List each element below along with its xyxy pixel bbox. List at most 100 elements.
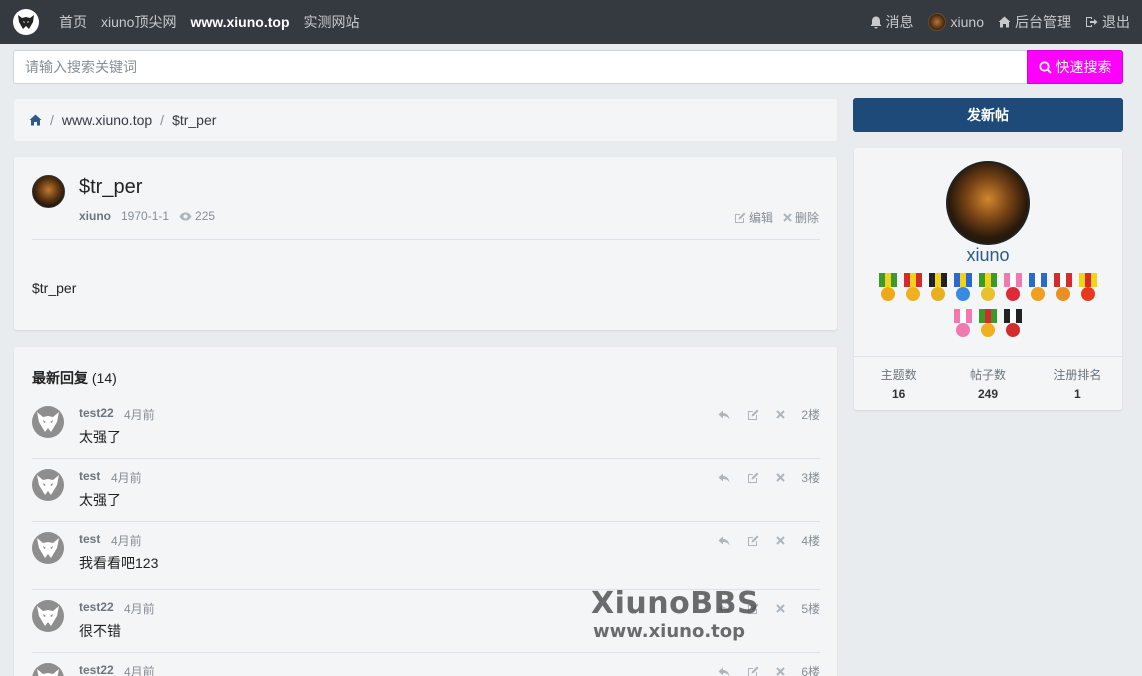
reply-floor[interactable]: 3楼 <box>801 469 820 486</box>
medal-icon[interactable] <box>1052 273 1074 307</box>
close-icon <box>783 213 792 222</box>
new-thread-button[interactable]: 发新帖 <box>853 98 1123 132</box>
stat-label: 注册排名 <box>1053 368 1102 382</box>
edit-icon <box>734 212 746 223</box>
profile-stats: 主题数 16 帖子数 249 注册排名 1 <box>854 366 1122 401</box>
nav-link-test-site[interactable]: 实测网站 <box>304 12 360 32</box>
list-item: test 4月前 太强了 3楼 <box>32 465 820 522</box>
avatar[interactable] <box>32 469 64 501</box>
reply-user[interactable]: test22 <box>79 663 114 676</box>
post-card: $tr_per xiuno 1970-1-1 225 编辑 删除 $tr_per <box>14 157 837 330</box>
replies-count: (14) <box>91 370 117 386</box>
medal-icon[interactable] <box>902 273 924 307</box>
reply-actions: 6楼 <box>701 663 820 676</box>
post-author[interactable]: xiuno <box>79 209 111 223</box>
stat-threads: 主题数 16 <box>854 366 943 401</box>
reply-time: 4月前 <box>111 534 142 548</box>
nav-messages[interactable]: 消息 <box>870 12 914 32</box>
medal-icon[interactable] <box>977 273 999 307</box>
search-icon <box>1038 60 1052 74</box>
medal-icon[interactable] <box>1077 273 1099 307</box>
reply-floor[interactable]: 6楼 <box>801 663 820 676</box>
reply-text: 太强了 <box>79 492 121 508</box>
reply-floor[interactable]: 4楼 <box>801 532 820 549</box>
avatar[interactable] <box>32 532 64 564</box>
medal-icon[interactable] <box>952 273 974 307</box>
reply-user[interactable]: test22 <box>79 600 114 614</box>
delete-post-button[interactable]: 删除 <box>783 209 819 226</box>
logout-icon <box>1086 17 1098 27</box>
avatar[interactable] <box>32 600 64 632</box>
stat-label: 帖子数 <box>969 368 1006 382</box>
replies-heading: 最新回复 (14) <box>32 368 117 388</box>
breadcrumb-item[interactable]: $tr_per <box>172 112 216 128</box>
search-button-label: 快速搜索 <box>1055 59 1112 75</box>
stat-label: 主题数 <box>880 368 917 382</box>
delete-post-label: 删除 <box>794 211 819 225</box>
close-icon[interactable] <box>776 667 786 676</box>
top-navbar: 首页 xiuno顶尖网 www.xiuno.top 实测网站 消息 xiuno … <box>0 0 1142 44</box>
medal-icon[interactable] <box>1002 273 1024 307</box>
close-icon[interactable] <box>776 473 786 482</box>
medal-icon[interactable] <box>877 273 899 307</box>
edit-icon[interactable] <box>747 666 759 676</box>
breadcrumb-separator: / <box>50 112 54 128</box>
avatar[interactable] <box>32 406 64 438</box>
close-icon[interactable] <box>776 604 786 613</box>
reply-user[interactable]: test <box>79 532 100 546</box>
medal-icon[interactable] <box>927 273 949 307</box>
edit-icon[interactable] <box>747 535 759 546</box>
profile-name[interactable]: xiuno <box>854 245 1122 266</box>
list-item: test22 4月前 6楼 <box>32 659 820 676</box>
watermark-title: XiunoBBS <box>591 586 760 621</box>
reply-floor[interactable]: 5楼 <box>801 600 820 617</box>
breadcrumb-item[interactable]: www.xiuno.top <box>62 112 152 128</box>
avatar[interactable] <box>32 175 65 208</box>
post-body: $tr_per <box>32 280 77 296</box>
bell-icon <box>870 16 882 28</box>
reply-user[interactable]: test22 <box>79 406 114 420</box>
close-icon[interactable] <box>776 536 786 545</box>
search-button[interactable]: 快速搜索 <box>1027 50 1123 84</box>
nav-logout[interactable]: 退出 <box>1085 12 1130 32</box>
edit-icon[interactable] <box>747 409 759 420</box>
reply-time: 4月前 <box>124 408 155 422</box>
edit-post-button[interactable]: 编辑 <box>734 209 773 226</box>
reply-icon[interactable] <box>718 473 730 483</box>
nav-link-xiuno[interactable]: xiuno顶尖网 <box>101 12 176 32</box>
nav-link-xiuno-top[interactable]: www.xiuno.top <box>190 14 289 30</box>
stat-rank: 注册排名 1 <box>1033 366 1122 401</box>
edit-icon[interactable] <box>747 472 759 483</box>
reply-icon[interactable] <box>718 667 730 676</box>
stat-posts: 帖子数 249 <box>943 366 1032 401</box>
watermark-url: www.xiuno.top <box>593 621 746 642</box>
user-default-icon <box>37 538 59 558</box>
nav-admin[interactable]: 后台管理 <box>998 12 1071 32</box>
search-bar: 快速搜索 <box>13 50 1123 84</box>
medal-icon[interactable] <box>977 309 999 343</box>
post-date: 1970-1-1 <box>121 209 170 223</box>
reply-user[interactable]: test <box>79 469 100 483</box>
medal-icon[interactable] <box>1027 273 1049 307</box>
search-input[interactable] <box>13 50 1027 84</box>
home-icon[interactable] <box>29 114 42 126</box>
reply-time: 4月前 <box>124 602 155 616</box>
site-logo-icon[interactable] <box>13 9 39 35</box>
user-default-icon <box>37 475 59 495</box>
close-icon[interactable] <box>776 410 786 419</box>
reply-icon[interactable] <box>718 536 730 546</box>
avatar[interactable] <box>946 161 1030 245</box>
medal-icon[interactable] <box>1002 309 1024 343</box>
medal-icon[interactable] <box>952 309 974 343</box>
profile-card: xiuno 主题数 16 帖子数 249 注册排名 1 <box>854 148 1122 410</box>
reply-actions: 2楼 <box>701 406 820 423</box>
nav-user-label: xiuno <box>950 14 984 30</box>
avatar[interactable] <box>32 663 64 676</box>
nav-logout-label: 退出 <box>1102 14 1130 30</box>
reply-floor[interactable]: 2楼 <box>801 406 820 423</box>
nav-link-home[interactable]: 首页 <box>59 12 87 32</box>
reply-icon[interactable] <box>718 410 730 420</box>
avatar <box>927 13 946 31</box>
stat-value: 1 <box>1073 387 1081 401</box>
nav-user[interactable]: xiuno <box>927 13 984 31</box>
